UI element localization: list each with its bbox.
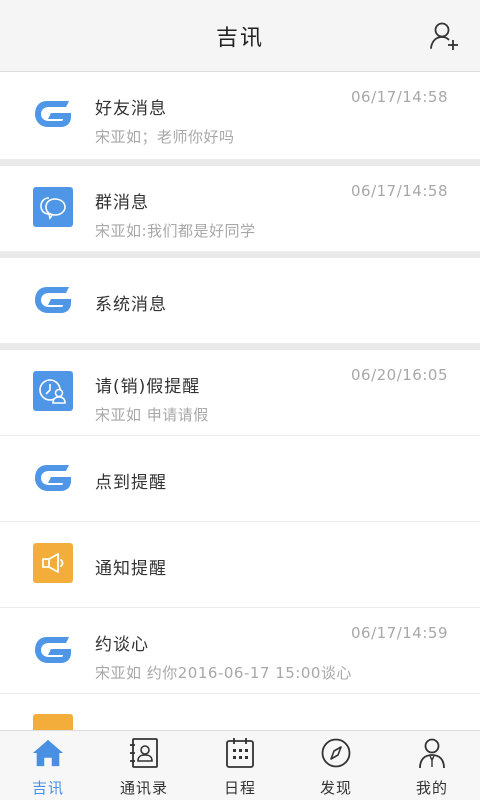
list-item-title: 点到提醒 — [95, 473, 167, 493]
list-item-title: 好友消息 — [95, 99, 167, 119]
list-item-leave-reminder[interactable]: 请(销)假提醒 宋亚如 申请请假 06/20/16:05 — [0, 350, 480, 436]
tab-mine[interactable]: 我的 — [384, 731, 480, 800]
tab-contacts[interactable]: 通讯录 — [96, 731, 192, 800]
list-item-friend-messages[interactable]: 好友消息 宋亚如；老师你好吗 06/17/14:58 — [0, 72, 480, 160]
logo-g-icon — [33, 93, 73, 133]
contacts-book-icon — [130, 738, 158, 768]
profile-icon — [419, 738, 445, 769]
top-bar: 吉讯 — [0, 0, 480, 72]
logo-g-icon — [33, 279, 73, 319]
list-item-partial[interactable] — [0, 694, 480, 730]
calendar-icon — [226, 738, 254, 768]
list-item-time: 06/17/14:58 — [350, 88, 448, 106]
megaphone-icon — [33, 543, 73, 583]
list-item-preview: 宋亚如 申请请假 — [95, 406, 209, 424]
leave-clock-person-icon — [33, 371, 73, 411]
tab-label: 我的 — [415, 779, 448, 797]
logo-g-icon — [33, 629, 73, 669]
logo-g-icon — [33, 457, 73, 497]
list-item-preview: 宋亚如 约你2016-06-17 15:00谈心 — [95, 664, 352, 682]
tab-label: 日程 — [223, 779, 256, 797]
list-item-talk-appointment[interactable]: 约谈心 宋亚如 约你2016-06-17 15:00谈心 06/17/14:59 — [0, 608, 480, 694]
list-item-title: 约谈心 — [95, 635, 149, 655]
tab-label: 吉讯 — [31, 779, 64, 797]
tab-discover[interactable]: 发现 — [288, 731, 384, 800]
chat-bubbles-icon — [33, 187, 73, 227]
list-item-notice-reminder[interactable]: 通知提醒 — [0, 522, 480, 608]
list-item-time: 06/17/14:58 — [350, 182, 448, 200]
list-item-time: 06/17/14:59 — [350, 624, 448, 642]
list-item-group-messages[interactable]: 群消息 宋亚如:我们都是好同学 06/17/14:58 — [0, 166, 480, 252]
list-item-system-messages[interactable]: 系统消息 — [0, 258, 480, 344]
list-item-preview: 宋亚如；老师你好吗 — [95, 128, 235, 146]
add-contact-button[interactable] — [426, 18, 462, 54]
home-icon — [32, 739, 64, 767]
list-item-title: 系统消息 — [95, 295, 167, 315]
list-item-title: 请(销)假提醒 — [95, 377, 201, 397]
list-item-title: 通知提醒 — [95, 559, 167, 579]
message-list: 好友消息 宋亚如；老师你好吗 06/17/14:58 群消息 宋亚如:我们都是好… — [0, 72, 480, 730]
list-item-title: 群消息 — [95, 193, 149, 213]
list-item-time: 06/20/16:05 — [350, 366, 448, 384]
orange-tile-icon — [33, 714, 73, 730]
tab-schedule[interactable]: 日程 — [192, 731, 288, 800]
tab-jixun[interactable]: 吉讯 — [0, 731, 96, 800]
page-title: 吉讯 — [215, 25, 264, 51]
list-item-checkin-reminder[interactable]: 点到提醒 — [0, 436, 480, 522]
bottom-tab-bar: 吉讯 通讯录 日程 发现 我的 — [0, 730, 480, 800]
compass-icon — [321, 738, 351, 768]
add-contact-icon — [430, 22, 458, 50]
tab-label: 通讯录 — [119, 779, 168, 797]
tab-label: 发现 — [319, 779, 352, 797]
list-item-preview: 宋亚如:我们都是好同学 — [95, 222, 256, 240]
